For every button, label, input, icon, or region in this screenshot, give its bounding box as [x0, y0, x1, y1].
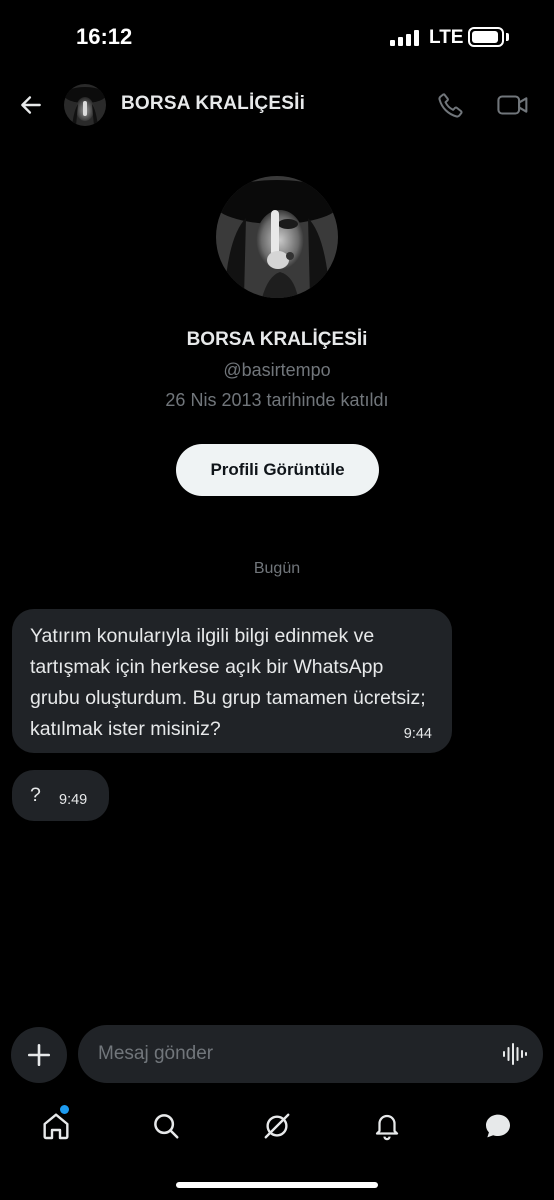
tab-messages[interactable] — [480, 1108, 516, 1144]
conversation-header: BORSA KRALİÇESİi — [0, 76, 554, 134]
tab-search[interactable] — [148, 1108, 184, 1144]
status-bar: 16:12 LTE — [0, 0, 554, 76]
audio-waveform-icon — [503, 1043, 527, 1065]
header-title[interactable]: BORSA KRALİÇESİi — [121, 93, 305, 115]
search-icon — [154, 1114, 179, 1139]
add-attachment-button[interactable] — [11, 1027, 67, 1083]
message-time: 9:44 — [403, 726, 432, 742]
video-camera-icon — [497, 95, 528, 115]
message-composer — [78, 1025, 543, 1083]
battery-tip — [506, 33, 509, 41]
notifications-icon — [375, 1114, 399, 1141]
avatar-image — [64, 84, 106, 126]
profile-avatar[interactable] — [216, 176, 338, 298]
home-icon — [43, 1113, 69, 1140]
network-label: LTE — [429, 27, 464, 48]
bottom-tab-bar — [0, 1098, 554, 1158]
message-text: Yatırım konularıyla ilgili bilgi edinmek… — [30, 625, 426, 740]
header-avatar[interactable] — [64, 84, 106, 126]
back-button[interactable] — [14, 88, 48, 122]
back-arrow-icon — [21, 96, 41, 114]
profile-handle: @basirtempo — [223, 360, 331, 380]
grok-icon — [264, 1113, 290, 1139]
phone-icon — [438, 93, 463, 118]
call-button[interactable] — [436, 90, 466, 120]
messages-icon — [486, 1114, 510, 1138]
home-indicator — [176, 1182, 378, 1188]
tab-grok[interactable] — [259, 1108, 295, 1144]
dm-screen: 16:12 LTE BORSA KRALİÇESİi BORSA KRALİÇE… — [0, 0, 554, 1200]
message-time: 9:49 — [59, 792, 88, 808]
tab-home[interactable] — [38, 1108, 74, 1144]
status-time: 16:12 — [76, 24, 133, 49]
tab-notifications[interactable] — [369, 1108, 405, 1144]
battery-icon — [468, 27, 504, 47]
profile-name: BORSA KRALİÇESİi — [186, 329, 368, 350]
message-input[interactable] — [98, 1025, 488, 1083]
plus-icon — [27, 1043, 51, 1067]
notification-dot — [60, 1105, 69, 1114]
message-bubble[interactable]: Yatırım konularıyla ilgili bilgi edinmek… — [12, 609, 452, 753]
profile-photo — [216, 176, 338, 298]
view-profile-button[interactable]: Profili Görüntüle — [176, 444, 379, 496]
video-call-button[interactable] — [496, 90, 530, 120]
profile-joined-date: 26 Nis 2013 tarihinde katıldı — [165, 390, 389, 410]
voice-message-button[interactable] — [501, 1041, 527, 1067]
date-separator: Bugün — [253, 560, 301, 577]
message-text: ? — [30, 784, 41, 806]
message-bubble[interactable]: ? 9:49 — [12, 770, 109, 821]
signal-icon — [390, 30, 420, 46]
